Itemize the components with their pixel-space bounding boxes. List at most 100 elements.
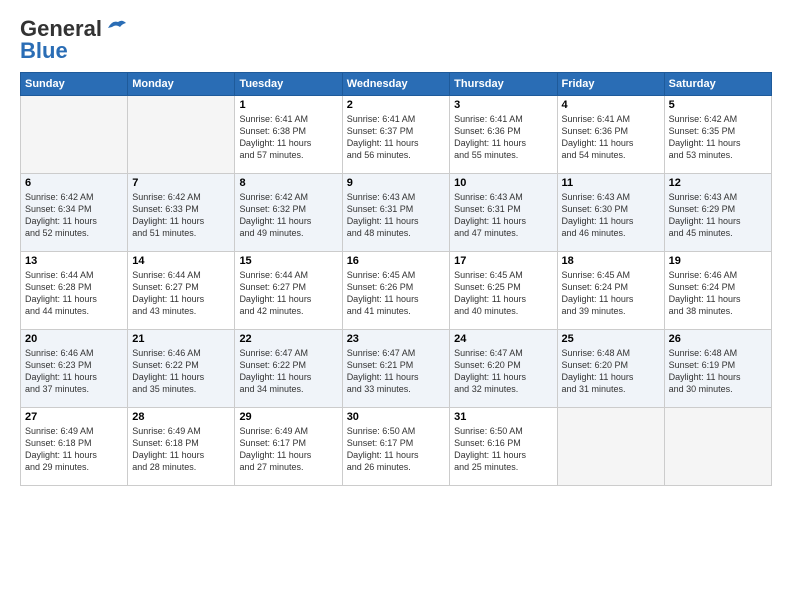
calendar-cell: 7 Sunrise: 6:42 AM Sunset: 6:33 PM Daylig… xyxy=(128,174,235,252)
day-info: Sunrise: 6:50 AM Sunset: 6:17 PM Dayligh… xyxy=(347,425,445,474)
calendar-week-row: 20Sunrise: 6:46 AM Sunset: 6:23 PM Dayli… xyxy=(21,330,772,408)
day-info: Sunrise: 6:42 AM Sunset: 6:32 PM Dayligh… xyxy=(239,191,337,240)
day-info: Sunrise: 6:48 AM Sunset: 6:19 PM Dayligh… xyxy=(669,347,767,396)
day-number: 24 xyxy=(454,333,552,345)
calendar-cell: 6 Sunrise: 6:42 AM Sunset: 6:34 PM Daylig… xyxy=(21,174,128,252)
day-info: Sunrise: 6:41 AM Sunset: 6:37 PM Dayligh… xyxy=(347,113,445,162)
day-number: 26 xyxy=(669,333,767,345)
calendar-cell: 10 Sunrise: 6:43 AM Sunset: 6:31 PM Dayli… xyxy=(450,174,557,252)
day-info: Sunrise: 6:49 AM Sunset: 6:17 PM Dayligh… xyxy=(239,425,337,474)
calendar-cell: 12 Sunrise: 6:43 AM Sunset: 6:29 PM Dayli… xyxy=(664,174,771,252)
day-info: Sunrise: 6:42 AM Sunset: 6:34 PM Dayligh… xyxy=(25,191,123,240)
day-info: Sunrise: 6:43 AM Sunset: 6:31 PM Dayligh… xyxy=(454,191,552,240)
day-number: 28 xyxy=(132,411,230,423)
day-info: Sunrise: 6:41 AM Sunset: 6:38 PM Dayligh… xyxy=(239,113,337,162)
calendar-cell: 22 Sunrise: 6:47 AM Sunset: 6:22 PM Dayli… xyxy=(235,330,342,408)
calendar-cell: 27Sunrise: 6:49 AM Sunset: 6:18 PM Dayli… xyxy=(21,408,128,486)
day-number: 10 xyxy=(454,177,552,189)
day-info: Sunrise: 6:48 AM Sunset: 6:20 PM Dayligh… xyxy=(562,347,660,396)
calendar-cell: 9 Sunrise: 6:43 AM Sunset: 6:31 PM Daylig… xyxy=(342,174,449,252)
calendar-cell xyxy=(557,408,664,486)
day-info: Sunrise: 6:47 AM Sunset: 6:20 PM Dayligh… xyxy=(454,347,552,396)
day-number: 21 xyxy=(132,333,230,345)
day-info: Sunrise: 6:43 AM Sunset: 6:30 PM Dayligh… xyxy=(562,191,660,240)
day-info: Sunrise: 6:46 AM Sunset: 6:24 PM Dayligh… xyxy=(669,269,767,318)
day-number: 7 xyxy=(132,177,230,189)
day-info: Sunrise: 6:46 AM Sunset: 6:23 PM Dayligh… xyxy=(25,347,123,396)
day-number: 19 xyxy=(669,255,767,267)
calendar-cell: 29 Sunrise: 6:49 AM Sunset: 6:17 PM Dayli… xyxy=(235,408,342,486)
day-number: 29 xyxy=(239,411,337,423)
day-number: 31 xyxy=(454,411,552,423)
day-number: 25 xyxy=(562,333,660,345)
day-info: Sunrise: 6:41 AM Sunset: 6:36 PM Dayligh… xyxy=(454,113,552,162)
calendar-cell: 20Sunrise: 6:46 AM Sunset: 6:23 PM Dayli… xyxy=(21,330,128,408)
day-info: Sunrise: 6:47 AM Sunset: 6:21 PM Dayligh… xyxy=(347,347,445,396)
calendar-cell: 2 Sunrise: 6:41 AM Sunset: 6:37 PM Daylig… xyxy=(342,96,449,174)
day-number: 2 xyxy=(347,99,445,111)
day-number: 12 xyxy=(669,177,767,189)
logo: General Blue xyxy=(20,16,128,64)
day-info: Sunrise: 6:45 AM Sunset: 6:25 PM Dayligh… xyxy=(454,269,552,318)
day-info: Sunrise: 6:44 AM Sunset: 6:27 PM Dayligh… xyxy=(132,269,230,318)
day-info: Sunrise: 6:42 AM Sunset: 6:35 PM Dayligh… xyxy=(669,113,767,162)
day-info: Sunrise: 6:45 AM Sunset: 6:24 PM Dayligh… xyxy=(562,269,660,318)
calendar-cell: 1 Sunrise: 6:41 AM Sunset: 6:38 PM Daylig… xyxy=(235,96,342,174)
day-number: 17 xyxy=(454,255,552,267)
calendar-cell: 17 Sunrise: 6:45 AM Sunset: 6:25 PM Dayli… xyxy=(450,252,557,330)
day-info: Sunrise: 6:49 AM Sunset: 6:18 PM Dayligh… xyxy=(132,425,230,474)
day-info: Sunrise: 6:41 AM Sunset: 6:36 PM Dayligh… xyxy=(562,113,660,162)
calendar-cell: 24 Sunrise: 6:47 AM Sunset: 6:20 PM Dayli… xyxy=(450,330,557,408)
col-header-wednesday: Wednesday xyxy=(342,73,449,96)
calendar-week-row: 13Sunrise: 6:44 AM Sunset: 6:28 PM Dayli… xyxy=(21,252,772,330)
col-header-tuesday: Tuesday xyxy=(235,73,342,96)
day-number: 6 xyxy=(25,177,123,189)
day-number: 9 xyxy=(347,177,445,189)
calendar-cell: 16 Sunrise: 6:45 AM Sunset: 6:26 PM Dayli… xyxy=(342,252,449,330)
day-number: 1 xyxy=(239,99,337,111)
day-number: 4 xyxy=(562,99,660,111)
calendar-cell: 11Sunrise: 6:43 AM Sunset: 6:30 PM Dayli… xyxy=(557,174,664,252)
calendar-cell xyxy=(128,96,235,174)
day-number: 5 xyxy=(669,99,767,111)
day-number: 23 xyxy=(347,333,445,345)
calendar-cell: 30Sunrise: 6:50 AM Sunset: 6:17 PM Dayli… xyxy=(342,408,449,486)
calendar-cell: 14Sunrise: 6:44 AM Sunset: 6:27 PM Dayli… xyxy=(128,252,235,330)
day-info: Sunrise: 6:43 AM Sunset: 6:31 PM Dayligh… xyxy=(347,191,445,240)
day-info: Sunrise: 6:42 AM Sunset: 6:33 PM Dayligh… xyxy=(132,191,230,240)
calendar-cell xyxy=(21,96,128,174)
col-header-saturday: Saturday xyxy=(664,73,771,96)
col-header-thursday: Thursday xyxy=(450,73,557,96)
day-info: Sunrise: 6:47 AM Sunset: 6:22 PM Dayligh… xyxy=(239,347,337,396)
day-info: Sunrise: 6:46 AM Sunset: 6:22 PM Dayligh… xyxy=(132,347,230,396)
day-number: 8 xyxy=(239,177,337,189)
calendar-cell: 8 Sunrise: 6:42 AM Sunset: 6:32 PM Daylig… xyxy=(235,174,342,252)
logo-bird-icon xyxy=(106,18,128,36)
logo-blue: Blue xyxy=(20,38,68,64)
calendar-cell: 18Sunrise: 6:45 AM Sunset: 6:24 PM Dayli… xyxy=(557,252,664,330)
col-header-sunday: Sunday xyxy=(21,73,128,96)
calendar-cell: 15Sunrise: 6:44 AM Sunset: 6:27 PM Dayli… xyxy=(235,252,342,330)
calendar-cell: 19 Sunrise: 6:46 AM Sunset: 6:24 PM Dayli… xyxy=(664,252,771,330)
calendar-cell: 31Sunrise: 6:50 AM Sunset: 6:16 PM Dayli… xyxy=(450,408,557,486)
day-number: 16 xyxy=(347,255,445,267)
day-number: 22 xyxy=(239,333,337,345)
calendar-header-row: SundayMondayTuesdayWednesdayThursdayFrid… xyxy=(21,73,772,96)
day-number: 27 xyxy=(25,411,123,423)
calendar-cell: 3 Sunrise: 6:41 AM Sunset: 6:36 PM Daylig… xyxy=(450,96,557,174)
calendar-cell xyxy=(664,408,771,486)
calendar-cell: 25 Sunrise: 6:48 AM Sunset: 6:20 PM Dayli… xyxy=(557,330,664,408)
calendar-cell: 4 Sunrise: 6:41 AM Sunset: 6:36 PM Daylig… xyxy=(557,96,664,174)
day-number: 3 xyxy=(454,99,552,111)
day-info: Sunrise: 6:44 AM Sunset: 6:27 PM Dayligh… xyxy=(239,269,337,318)
calendar: SundayMondayTuesdayWednesdayThursdayFrid… xyxy=(20,72,772,486)
col-header-monday: Monday xyxy=(128,73,235,96)
day-info: Sunrise: 6:45 AM Sunset: 6:26 PM Dayligh… xyxy=(347,269,445,318)
calendar-week-row: 27 Sunrise: 6:49 AM Sunset: 6:18 PM Dayli… xyxy=(21,408,772,486)
day-number: 13 xyxy=(25,255,123,267)
calendar-cell: 23 Sunrise: 6:47 AM Sunset: 6:21 PM Dayli… xyxy=(342,330,449,408)
calendar-cell: 5 Sunrise: 6:42 AM Sunset: 6:35 PM Daylig… xyxy=(664,96,771,174)
calendar-cell: 13Sunrise: 6:44 AM Sunset: 6:28 PM Dayli… xyxy=(21,252,128,330)
day-info: Sunrise: 6:43 AM Sunset: 6:29 PM Dayligh… xyxy=(669,191,767,240)
header: General Blue xyxy=(20,16,772,64)
